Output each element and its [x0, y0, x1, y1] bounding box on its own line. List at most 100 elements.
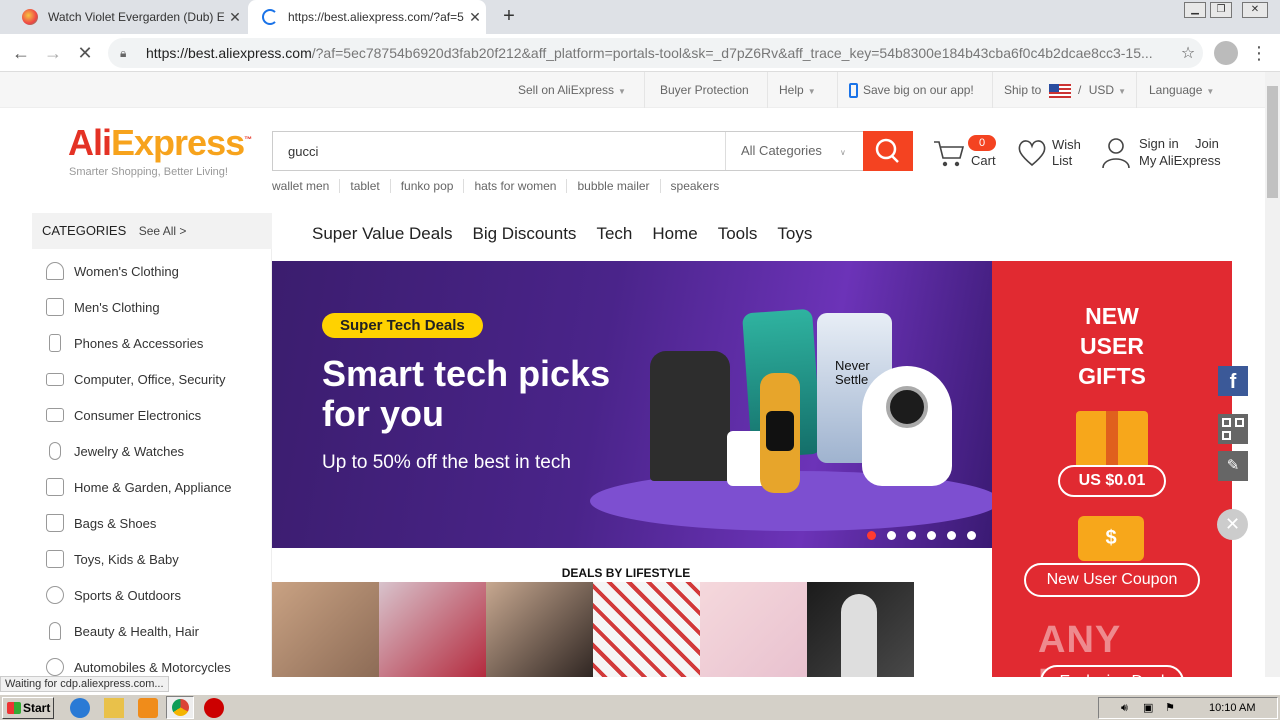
- category-computer[interactable]: Computer, Office, Security: [32, 361, 272, 397]
- chevron-down-icon: ▼: [1206, 87, 1215, 96]
- deal-image-5[interactable]: [700, 582, 807, 677]
- tab-toys[interactable]: Toys: [777, 224, 812, 244]
- tab-home[interactable]: Home: [652, 224, 697, 244]
- category-phones[interactable]: Phones & Accessories: [32, 325, 272, 361]
- phone-icon: [49, 334, 61, 352]
- suggestion-link[interactable]: tablet: [339, 179, 389, 193]
- media-player-icon[interactable]: [138, 698, 158, 718]
- folder-icon[interactable]: [104, 698, 124, 718]
- sign-in-link[interactable]: Sign in: [1139, 136, 1179, 152]
- new-tab-button[interactable]: +: [498, 5, 520, 27]
- tab-tools[interactable]: Tools: [718, 224, 758, 244]
- deal-image-6[interactable]: [807, 582, 914, 677]
- deal-image-1[interactable]: [272, 582, 379, 677]
- chrome-taskbar-button[interactable]: [166, 696, 194, 719]
- internet-explorer-icon[interactable]: [70, 698, 90, 718]
- shirt-icon: [46, 298, 64, 316]
- minimize-button[interactable]: ▁: [1184, 2, 1206, 18]
- exclusive-deal-button[interactable]: Exclusive Deal: [1040, 665, 1184, 677]
- lock-icon: 🔒︎: [120, 45, 127, 60]
- help-menu[interactable]: Help ▼: [779, 72, 816, 108]
- divider: [644, 72, 645, 108]
- page-viewport: Sell on AliExpress ▼ Buyer Protection Hel…: [0, 72, 1265, 677]
- pencil-icon[interactable]: ✎: [1218, 451, 1248, 481]
- browser-tab-aliexpress[interactable]: https://best.aliexpress.com/?af=5ec ✕: [248, 0, 486, 34]
- facebook-icon[interactable]: f: [1218, 366, 1248, 396]
- category-home-garden[interactable]: Home & Garden, Appliance: [32, 469, 272, 505]
- sell-on-aliexpress-link[interactable]: Sell on AliExpress ▼: [518, 72, 626, 108]
- maximize-button[interactable]: ❐: [1210, 2, 1232, 18]
- cart-icon: [934, 141, 965, 167]
- deal-image-2[interactable]: [379, 582, 486, 677]
- join-link[interactable]: Join: [1195, 136, 1219, 152]
- tab-big-discounts[interactable]: Big Discounts: [473, 224, 577, 244]
- new-user-coupon-button[interactable]: New User Coupon: [1024, 563, 1200, 597]
- search-button[interactable]: [863, 131, 913, 171]
- carousel-dot-6[interactable]: [967, 531, 976, 540]
- category-beauty[interactable]: Beauty & Health, Hair: [32, 613, 272, 649]
- category-consumer-electronics[interactable]: Consumer Electronics: [32, 397, 272, 433]
- deal-image-4[interactable]: [593, 582, 700, 677]
- suggestion-link[interactable]: funko pop: [389, 179, 464, 193]
- scrollbar-thumb[interactable]: [1267, 86, 1278, 198]
- category-toys-kids[interactable]: Toys, Kids & Baby: [32, 541, 272, 577]
- suggestion-link[interactable]: speakers: [659, 179, 730, 193]
- browser-tab-violet[interactable]: Watch Violet Evergarden (Dub) Episo ✕: [8, 0, 246, 34]
- carousel-dot-1[interactable]: [867, 531, 876, 540]
- list-label: List: [1052, 153, 1073, 168]
- tab-tech[interactable]: Tech: [596, 224, 632, 244]
- suggestion-link[interactable]: hats for women: [463, 179, 566, 193]
- address-bar[interactable]: 🔒︎ https://best.aliexpress.com/?af=5ec78…: [108, 38, 1203, 68]
- divider: [992, 72, 993, 108]
- bag-icon: [46, 514, 64, 532]
- aliexpress-logo[interactable]: AliExpress™: [68, 122, 252, 164]
- category-select[interactable]: All Categories ∨: [725, 132, 864, 170]
- carousel-dot-2[interactable]: [887, 531, 896, 540]
- volume-icon[interactable]: 🔊︎: [1121, 698, 1128, 718]
- suggestion-link[interactable]: bubble mailer: [566, 179, 659, 193]
- home-icon: [46, 478, 64, 496]
- bookmark-star-icon[interactable]: ☆: [1173, 43, 1203, 63]
- carousel-dot-3[interactable]: [907, 531, 916, 540]
- carousel-dot-4[interactable]: [927, 531, 936, 540]
- close-tab-icon[interactable]: ✕: [224, 9, 246, 26]
- coupon-dollar-icon: $: [1078, 516, 1144, 561]
- flag-icon[interactable]: ⚑: [1165, 698, 1175, 718]
- windows-taskbar: Start 🔊︎ ▣ ⚑ 10:10 AM: [0, 694, 1280, 720]
- app-promo-link[interactable]: Save big on our app!: [849, 72, 974, 108]
- promo-price-button[interactable]: US $0.01: [1058, 465, 1166, 497]
- category-bags-shoes[interactable]: Bags & Shoes: [32, 505, 272, 541]
- my-aliexpress-link[interactable]: My AliExpress: [1139, 153, 1221, 169]
- network-icon[interactable]: ▣: [1143, 698, 1153, 718]
- close-icon[interactable]: ✕: [1217, 509, 1248, 540]
- categories-sidebar: CATEGORIES See All > Women's Clothing Me…: [32, 213, 272, 677]
- profile-avatar[interactable]: [1214, 41, 1238, 65]
- banner-headline: Smart tech picks for you: [322, 353, 611, 434]
- new-user-promo-panel[interactable]: NEW USER GIFTS US $0.01 $ New User Coupo…: [992, 261, 1232, 677]
- stop-loading-button[interactable]: ✕: [74, 42, 96, 64]
- buyer-protection-link[interactable]: Buyer Protection: [660, 72, 749, 108]
- security-app-icon[interactable]: [204, 698, 224, 718]
- deal-image-3[interactable]: [486, 582, 593, 677]
- category-womens-clothing[interactable]: Women's Clothing: [32, 253, 272, 289]
- carousel-dot-5[interactable]: [947, 531, 956, 540]
- see-all-link[interactable]: See All >: [139, 224, 187, 238]
- hero-banner[interactable]: Super Tech Deals Smart tech picks for yo…: [272, 261, 992, 548]
- forward-button[interactable]: →: [42, 42, 64, 64]
- start-button[interactable]: Start: [2, 697, 54, 719]
- browser-menu-icon[interactable]: ⋮: [1250, 40, 1268, 66]
- category-mens-clothing[interactable]: Men's Clothing: [32, 289, 272, 325]
- category-automobiles[interactable]: Automobiles & Motorcycles: [32, 649, 272, 677]
- language-selector[interactable]: Language ▼: [1149, 72, 1214, 108]
- category-jewelry[interactable]: Jewelry & Watches: [32, 433, 272, 469]
- category-sports[interactable]: Sports & Outdoors: [32, 577, 272, 613]
- ship-to-selector[interactable]: Ship to / USD ▼: [1004, 72, 1126, 108]
- close-tab-icon[interactable]: ✕: [464, 9, 486, 26]
- tab-super-value-deals[interactable]: Super Value Deals: [312, 224, 453, 244]
- back-button[interactable]: ←: [10, 42, 32, 64]
- search-input[interactable]: [273, 132, 725, 170]
- suggestion-link[interactable]: wallet men: [272, 179, 339, 193]
- qr-code-icon[interactable]: [1218, 414, 1248, 444]
- tab-title: https://best.aliexpress.com/?af=5ec: [288, 10, 464, 24]
- close-window-button[interactable]: ✕: [1242, 2, 1268, 18]
